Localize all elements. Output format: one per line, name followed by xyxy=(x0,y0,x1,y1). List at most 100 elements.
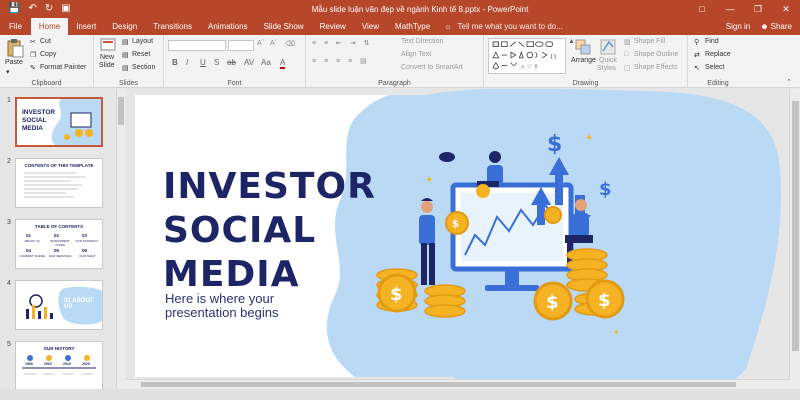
slide-scroll-thumb[interactable] xyxy=(792,101,799,351)
minimize-icon[interactable]: — xyxy=(716,0,744,18)
slide-vertical-scrollbar[interactable] xyxy=(789,89,800,389)
quick-styles-icon[interactable] xyxy=(600,39,616,55)
sign-in-link[interactable]: Sign in xyxy=(726,18,750,35)
format-painter-button[interactable]: Format Painter xyxy=(40,64,86,71)
char-spacing-button[interactable]: AV xyxy=(244,58,254,67)
slide-thumbnail-5[interactable]: OUR HISTORY 1990 2002 2015 2020 xyxy=(15,341,103,391)
thumbnail-scroll-thumb[interactable] xyxy=(118,97,124,125)
shapes-gallery[interactable]: { } ☆ ♡ ⇧ xyxy=(488,38,566,74)
slide-thumbnail-4[interactable]: 01 ABOUT US xyxy=(15,280,103,330)
grow-font-icon[interactable]: Aˆ xyxy=(257,40,264,47)
close-icon[interactable]: ✕ xyxy=(772,0,800,18)
slide-horizontal-scrollbar[interactable] xyxy=(126,379,790,389)
thumbnail-3-num: 04 xyxy=(26,248,32,253)
thumbnail-number: 2 xyxy=(7,158,11,165)
shape-effects-icon[interactable]: ▢ xyxy=(624,64,631,72)
share-icon[interactable]: ☻ xyxy=(760,18,768,35)
tab-slide-show[interactable]: Slide Show xyxy=(256,18,312,35)
shape-fill-button[interactable]: Shape Fill xyxy=(634,38,665,45)
tab-animations[interactable]: Animations xyxy=(200,18,256,35)
copy-button[interactable]: Copy xyxy=(40,51,56,58)
italic-button[interactable]: I xyxy=(186,58,188,67)
select-button[interactable]: Select xyxy=(705,64,724,71)
shape-effects-button[interactable]: Shape Effects xyxy=(634,64,677,71)
save-icon[interactable]: 💾 xyxy=(8,0,20,18)
quick-styles-button[interactable]: Quick xyxy=(599,57,617,64)
horizontal-scroll-thumb[interactable] xyxy=(141,382,736,387)
new-slide-icon[interactable] xyxy=(100,38,116,52)
status-bar xyxy=(0,389,800,400)
tab-design[interactable]: Design xyxy=(104,18,145,35)
shapes-scroll-icon[interactable]: ▲ xyxy=(568,38,575,45)
redo-icon[interactable]: ↻ xyxy=(45,0,53,18)
font-name-combo[interactable] xyxy=(168,40,226,51)
reset-icon[interactable]: ▤ xyxy=(122,51,129,59)
underline-button[interactable]: U xyxy=(200,58,206,67)
shrink-font-icon[interactable]: Aˇ xyxy=(270,40,277,47)
quick-styles-button-line2[interactable]: Styles xyxy=(597,65,616,72)
replace-icon[interactable]: ⇄ xyxy=(694,51,700,59)
new-slide-button[interactable]: New xyxy=(100,54,114,61)
find-icon[interactable]: ⚲ xyxy=(694,38,699,46)
new-slide-button-line2[interactable]: Slide xyxy=(99,62,115,69)
thumbnail-3-title: TABLE OF CONTENTS xyxy=(34,224,84,229)
smartart-button[interactable]: Convert to SmartArt xyxy=(401,64,463,71)
slide-thumbnail-3[interactable]: TABLE OF CONTENTS 01 02 03 ABOUT US INVE… xyxy=(15,219,103,269)
svg-text:$: $ xyxy=(599,179,612,200)
select-icon[interactable]: ↖ xyxy=(694,64,700,72)
shape-outline-button[interactable]: Shape Outline xyxy=(634,51,678,58)
current-slide[interactable]: $ $ ✦ ✦ ✦ $ $ $ $ INVESTOR SOCIAL MEDIA … xyxy=(135,95,632,377)
thumbnail-3-item: INVESTMENT TYPES xyxy=(50,239,70,247)
replace-button[interactable]: Replace xyxy=(705,51,731,58)
thumbnail-scrollbar[interactable] xyxy=(116,89,125,389)
slide-thumbnail-2[interactable]: CONTENTS OF THIS TEMPLATE xyxy=(15,158,103,208)
text-direction-button[interactable]: Text Direction xyxy=(401,38,443,45)
shape-fill-icon[interactable]: ▧ xyxy=(624,38,631,46)
font-size-combo[interactable] xyxy=(228,40,254,51)
slide-subtitle[interactable]: Here is where your presentation begins xyxy=(165,292,325,320)
align-text-button[interactable]: Align Text xyxy=(401,51,431,58)
ribbon-display-icon[interactable]: □ xyxy=(688,0,716,18)
paste-dropdown-icon[interactable]: ▾ xyxy=(6,68,10,76)
align-buttons-icon[interactable]: ≡ ≡ ≡ ≡ ▤ xyxy=(312,57,370,65)
bold-button[interactable]: B xyxy=(172,58,178,67)
present-icon[interactable]: ▣ xyxy=(61,0,70,18)
copy-icon[interactable]: ❐ xyxy=(30,51,36,59)
tab-view[interactable]: View xyxy=(354,18,387,35)
layout-icon[interactable]: ▤ xyxy=(122,38,129,46)
layout-button[interactable]: Layout xyxy=(132,38,153,45)
cut-button[interactable]: Cut xyxy=(40,38,51,45)
tell-me-search[interactable]: Tell me what you want to do... xyxy=(458,18,563,35)
strikethrough-button[interactable]: ab xyxy=(227,58,236,67)
tab-insert[interactable]: Insert xyxy=(68,18,104,35)
tab-transitions[interactable]: Transitions xyxy=(145,18,200,35)
share-button[interactable]: Share xyxy=(771,18,792,35)
maximize-icon[interactable]: ❐ xyxy=(744,0,772,18)
undo-icon[interactable]: ↶ xyxy=(28,0,36,18)
reset-button[interactable]: Reset xyxy=(132,51,150,58)
arrange-icon[interactable] xyxy=(575,39,591,55)
find-button[interactable]: Find xyxy=(705,38,719,45)
paste-icon[interactable] xyxy=(6,38,24,58)
format-painter-icon[interactable]: ✎ xyxy=(30,64,36,72)
arrange-button[interactable]: Arrange xyxy=(571,57,596,64)
change-case-button[interactable]: Aa xyxy=(261,58,271,67)
shadow-button[interactable]: S xyxy=(214,58,219,67)
tab-home[interactable]: Home xyxy=(30,18,69,35)
clear-format-icon[interactable]: ⌫ xyxy=(285,40,295,48)
thumbnail-3-item: ABOUT US xyxy=(24,239,40,243)
svg-text:☆ ♡ ⇧: ☆ ♡ ⇧ xyxy=(520,63,538,70)
section-icon[interactable]: ▤ xyxy=(122,64,129,72)
cut-icon[interactable]: ✂ xyxy=(30,38,36,46)
tab-mathtype[interactable]: MathType xyxy=(387,18,438,35)
shape-outline-icon[interactable]: □ xyxy=(624,51,628,58)
tab-review[interactable]: Review xyxy=(312,18,354,35)
tab-file[interactable]: File xyxy=(0,18,31,35)
slide-thumbnail-1[interactable]: INVESTOR SOCIAL MEDIA xyxy=(15,97,103,147)
list-buttons-icon[interactable]: ≡ ≡ ⇤ ⇥ ⇅ xyxy=(312,39,373,47)
font-color-button[interactable]: A xyxy=(280,58,286,69)
section-button[interactable]: Section xyxy=(132,64,155,71)
collapse-ribbon-icon[interactable]: ⌃ xyxy=(786,78,792,86)
paste-button[interactable]: Paste xyxy=(5,59,23,66)
slide-title[interactable]: INVESTOR SOCIAL MEDIA xyxy=(163,165,376,297)
